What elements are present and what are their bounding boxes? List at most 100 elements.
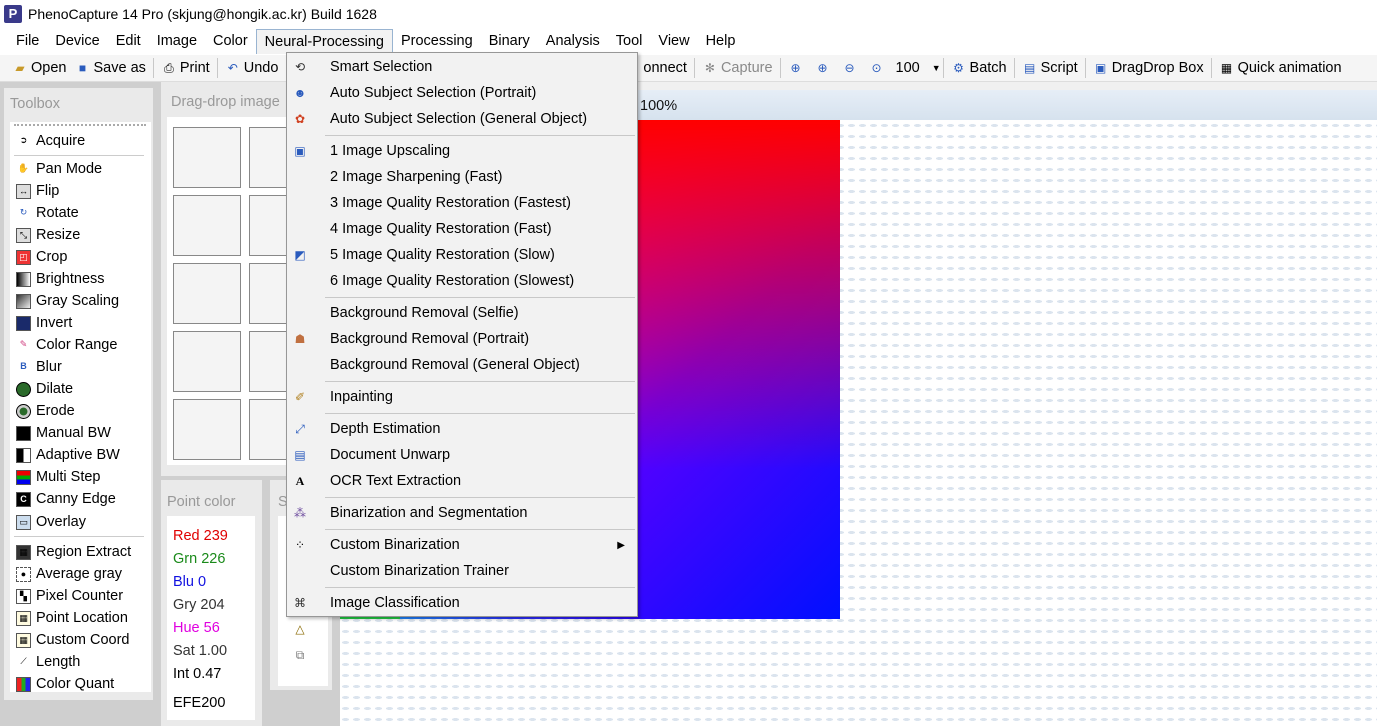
menu-view[interactable]: View xyxy=(650,29,697,54)
menu-image[interactable]: Image xyxy=(149,29,205,54)
menu-item-auto-subject-portrait[interactable]: ☻ Auto Subject Selection (Portrait) xyxy=(287,80,637,106)
connect-label: onnect xyxy=(643,60,687,76)
zoom-actual-button[interactable]: ⊙ xyxy=(865,56,892,80)
tool-manual-bw[interactable]: Manual BW xyxy=(16,422,111,444)
menu-item-image-upscaling[interactable]: ▣ 1 Image Upscaling xyxy=(287,138,637,164)
tool-length[interactable]: ⟋ Length xyxy=(16,651,80,673)
save-as-button[interactable]: ■ Save as xyxy=(70,56,149,80)
menu-item-restoration-fastest[interactable]: 3 Image Quality Restoration (Fastest) xyxy=(287,190,637,216)
capture-icon: ✻ xyxy=(704,61,715,75)
menu-file[interactable]: File xyxy=(8,29,47,54)
upscale-icon: ▣ xyxy=(294,144,306,158)
tool-color-range[interactable]: ✎ Color Range xyxy=(16,334,118,356)
custom-coord-icon: ▦ xyxy=(16,632,31,648)
thumbnail-slot[interactable] xyxy=(173,263,241,324)
tool-rotate[interactable]: ↻ Rotate xyxy=(16,202,79,224)
tool-invert[interactable]: Invert xyxy=(16,312,72,334)
zoom-out-button[interactable]: ⊖ xyxy=(838,56,865,80)
menu-item-auto-subject-general[interactable]: ✿ Auto Subject Selection (General Object… xyxy=(287,106,637,132)
menu-item-inpainting[interactable]: ✐ Inpainting xyxy=(287,384,637,410)
tool-adaptive-bw[interactable]: Adaptive BW xyxy=(16,444,120,466)
menu-item-image-classification[interactable]: ⌘ Image Classification xyxy=(287,590,637,616)
menu-device[interactable]: Device xyxy=(47,29,107,54)
tool-brightness[interactable]: Brightness xyxy=(16,268,105,290)
menu-item-smart-selection[interactable]: ⟲ Smart Selection xyxy=(287,54,637,80)
menu-item-bg-removal-general[interactable]: Background Removal (General Object) xyxy=(287,352,637,378)
tool-flip[interactable]: ↔ Flip xyxy=(16,180,59,202)
menu-item-custom-binarization-trainer[interactable]: Custom Binarization Trainer xyxy=(287,558,637,584)
tool-canny-edge[interactable]: C Canny Edge xyxy=(16,488,116,510)
shapes-icon[interactable]: ⧉ xyxy=(292,648,308,664)
point-color-title: Point color xyxy=(167,494,236,510)
tool-color-quant[interactable]: Color Quant xyxy=(16,673,114,695)
tool-pan-mode[interactable]: ✋ Pan Mode xyxy=(16,158,102,180)
menu-item-bg-removal-portrait[interactable]: ☗ Background Removal (Portrait) xyxy=(287,326,637,352)
tool-gray-scaling[interactable]: Gray Scaling xyxy=(16,290,119,312)
chevron-down-icon: ▼ xyxy=(931,63,941,73)
thumbnail-slot[interactable] xyxy=(173,195,241,256)
menu-analysis[interactable]: Analysis xyxy=(538,29,608,54)
capture-button[interactable]: ✻ Capture xyxy=(698,56,777,80)
invert-icon xyxy=(16,315,31,331)
tool-label: Blur xyxy=(36,359,62,375)
thumbnail-slot[interactable] xyxy=(173,331,241,392)
menu-separator xyxy=(325,413,635,414)
green-value: Grn 226 xyxy=(173,551,226,567)
menu-tool[interactable]: Tool xyxy=(608,29,651,54)
tool-erode[interactable]: Erode xyxy=(16,400,75,422)
menu-item-depth-estimation[interactable]: ⤢ Depth Estimation xyxy=(287,416,637,442)
menu-item-image-sharpening[interactable]: 2 Image Sharpening (Fast) xyxy=(287,164,637,190)
neural-processing-menu: ⟲ Smart Selection ☻ Auto Subject Selecti… xyxy=(286,52,638,617)
menu-item-restoration-slowest[interactable]: 6 Image Quality Restoration (Slowest) xyxy=(287,268,637,294)
menu-color[interactable]: Color xyxy=(205,29,256,54)
menu-binary[interactable]: Binary xyxy=(481,29,538,54)
connect-button[interactable]: onnect xyxy=(639,56,691,80)
tool-label: Invert xyxy=(36,315,73,331)
dragdrop-box-button[interactable]: ▣ DragDrop Box xyxy=(1089,56,1208,80)
open-button[interactable]: ▰ Open xyxy=(8,56,70,80)
menu-item-label: Auto Subject Selection (Portrait) xyxy=(330,85,537,101)
menu-processing[interactable]: Processing xyxy=(393,29,481,54)
menu-item-ocr-text-extraction[interactable]: A OCR Text Extraction xyxy=(287,468,637,494)
tool-dilate[interactable]: Dilate xyxy=(16,378,73,400)
zoom-fit-button[interactable]: ⊕ xyxy=(784,56,811,80)
tool-multi-step[interactable]: Multi Step xyxy=(16,466,100,488)
tool-pixel-counter[interactable]: ▚ Pixel Counter xyxy=(16,585,123,607)
batch-button[interactable]: ⚙ Batch xyxy=(947,56,1011,80)
tool-point-location[interactable]: ▦ Point Location xyxy=(16,607,128,629)
tool-acquire[interactable]: ➲ Acquire xyxy=(16,130,85,152)
menu-item-bg-removal-selfie[interactable]: Background Removal (Selfie) xyxy=(287,300,637,326)
tool-custom-coord[interactable]: ▦ Custom Coord xyxy=(16,629,129,651)
tool-average-gray[interactable]: ● Average gray xyxy=(16,563,122,585)
zoom-select[interactable]: 100 ▼ xyxy=(892,57,941,79)
print-button[interactable]: ⎙ Print xyxy=(157,56,214,80)
dilate-icon xyxy=(16,381,31,397)
toolbar-separator xyxy=(152,58,154,78)
blur-icon: B xyxy=(20,360,27,371)
menu-item-restoration-slow[interactable]: ◩ 5 Image Quality Restoration (Slow) xyxy=(287,242,637,268)
saturation-value: Sat 1.00 xyxy=(173,643,228,659)
menu-edit[interactable]: Edit xyxy=(108,29,149,54)
thumbnail-slot[interactable] xyxy=(173,127,241,188)
thumbnail-slot[interactable] xyxy=(173,399,241,460)
zoom-percent-label: 100% xyxy=(640,98,678,114)
menu-item-restoration-fast[interactable]: 4 Image Quality Restoration (Fast) xyxy=(287,216,637,242)
tool-blur[interactable]: B Blur xyxy=(16,356,62,378)
menu-item-label: Auto Subject Selection (General Object) xyxy=(330,111,588,127)
tool-region-extract[interactable]: ▦ Region Extract xyxy=(16,541,131,563)
menu-item-label: Depth Estimation xyxy=(330,421,441,437)
menu-item-custom-binarization[interactable]: ⁘ Custom Binarization ▶ xyxy=(287,532,637,558)
tool-crop[interactable]: ◰ Crop xyxy=(16,246,67,268)
script-button[interactable]: ▤ Script xyxy=(1018,56,1082,80)
menu-neural-processing[interactable]: Neural-Processing xyxy=(255,29,393,54)
menu-help[interactable]: Help xyxy=(698,29,744,54)
toolbar-separator xyxy=(1084,58,1086,78)
quick-animation-button[interactable]: ▦ Quick animation xyxy=(1215,56,1346,80)
shape-icon[interactable]: △ xyxy=(292,622,308,638)
zoom-in-button[interactable]: ⊕ xyxy=(811,56,838,80)
tool-overlay[interactable]: ▭ Overlay xyxy=(16,511,86,533)
menu-item-document-unwarp[interactable]: ▤ Document Unwarp xyxy=(287,442,637,468)
tool-resize[interactable]: ⤡ Resize xyxy=(16,224,80,246)
menu-item-binarization-segmentation[interactable]: ⁂ Binarization and Segmentation xyxy=(287,500,637,526)
undo-button[interactable]: ↶ Undo xyxy=(221,56,283,80)
